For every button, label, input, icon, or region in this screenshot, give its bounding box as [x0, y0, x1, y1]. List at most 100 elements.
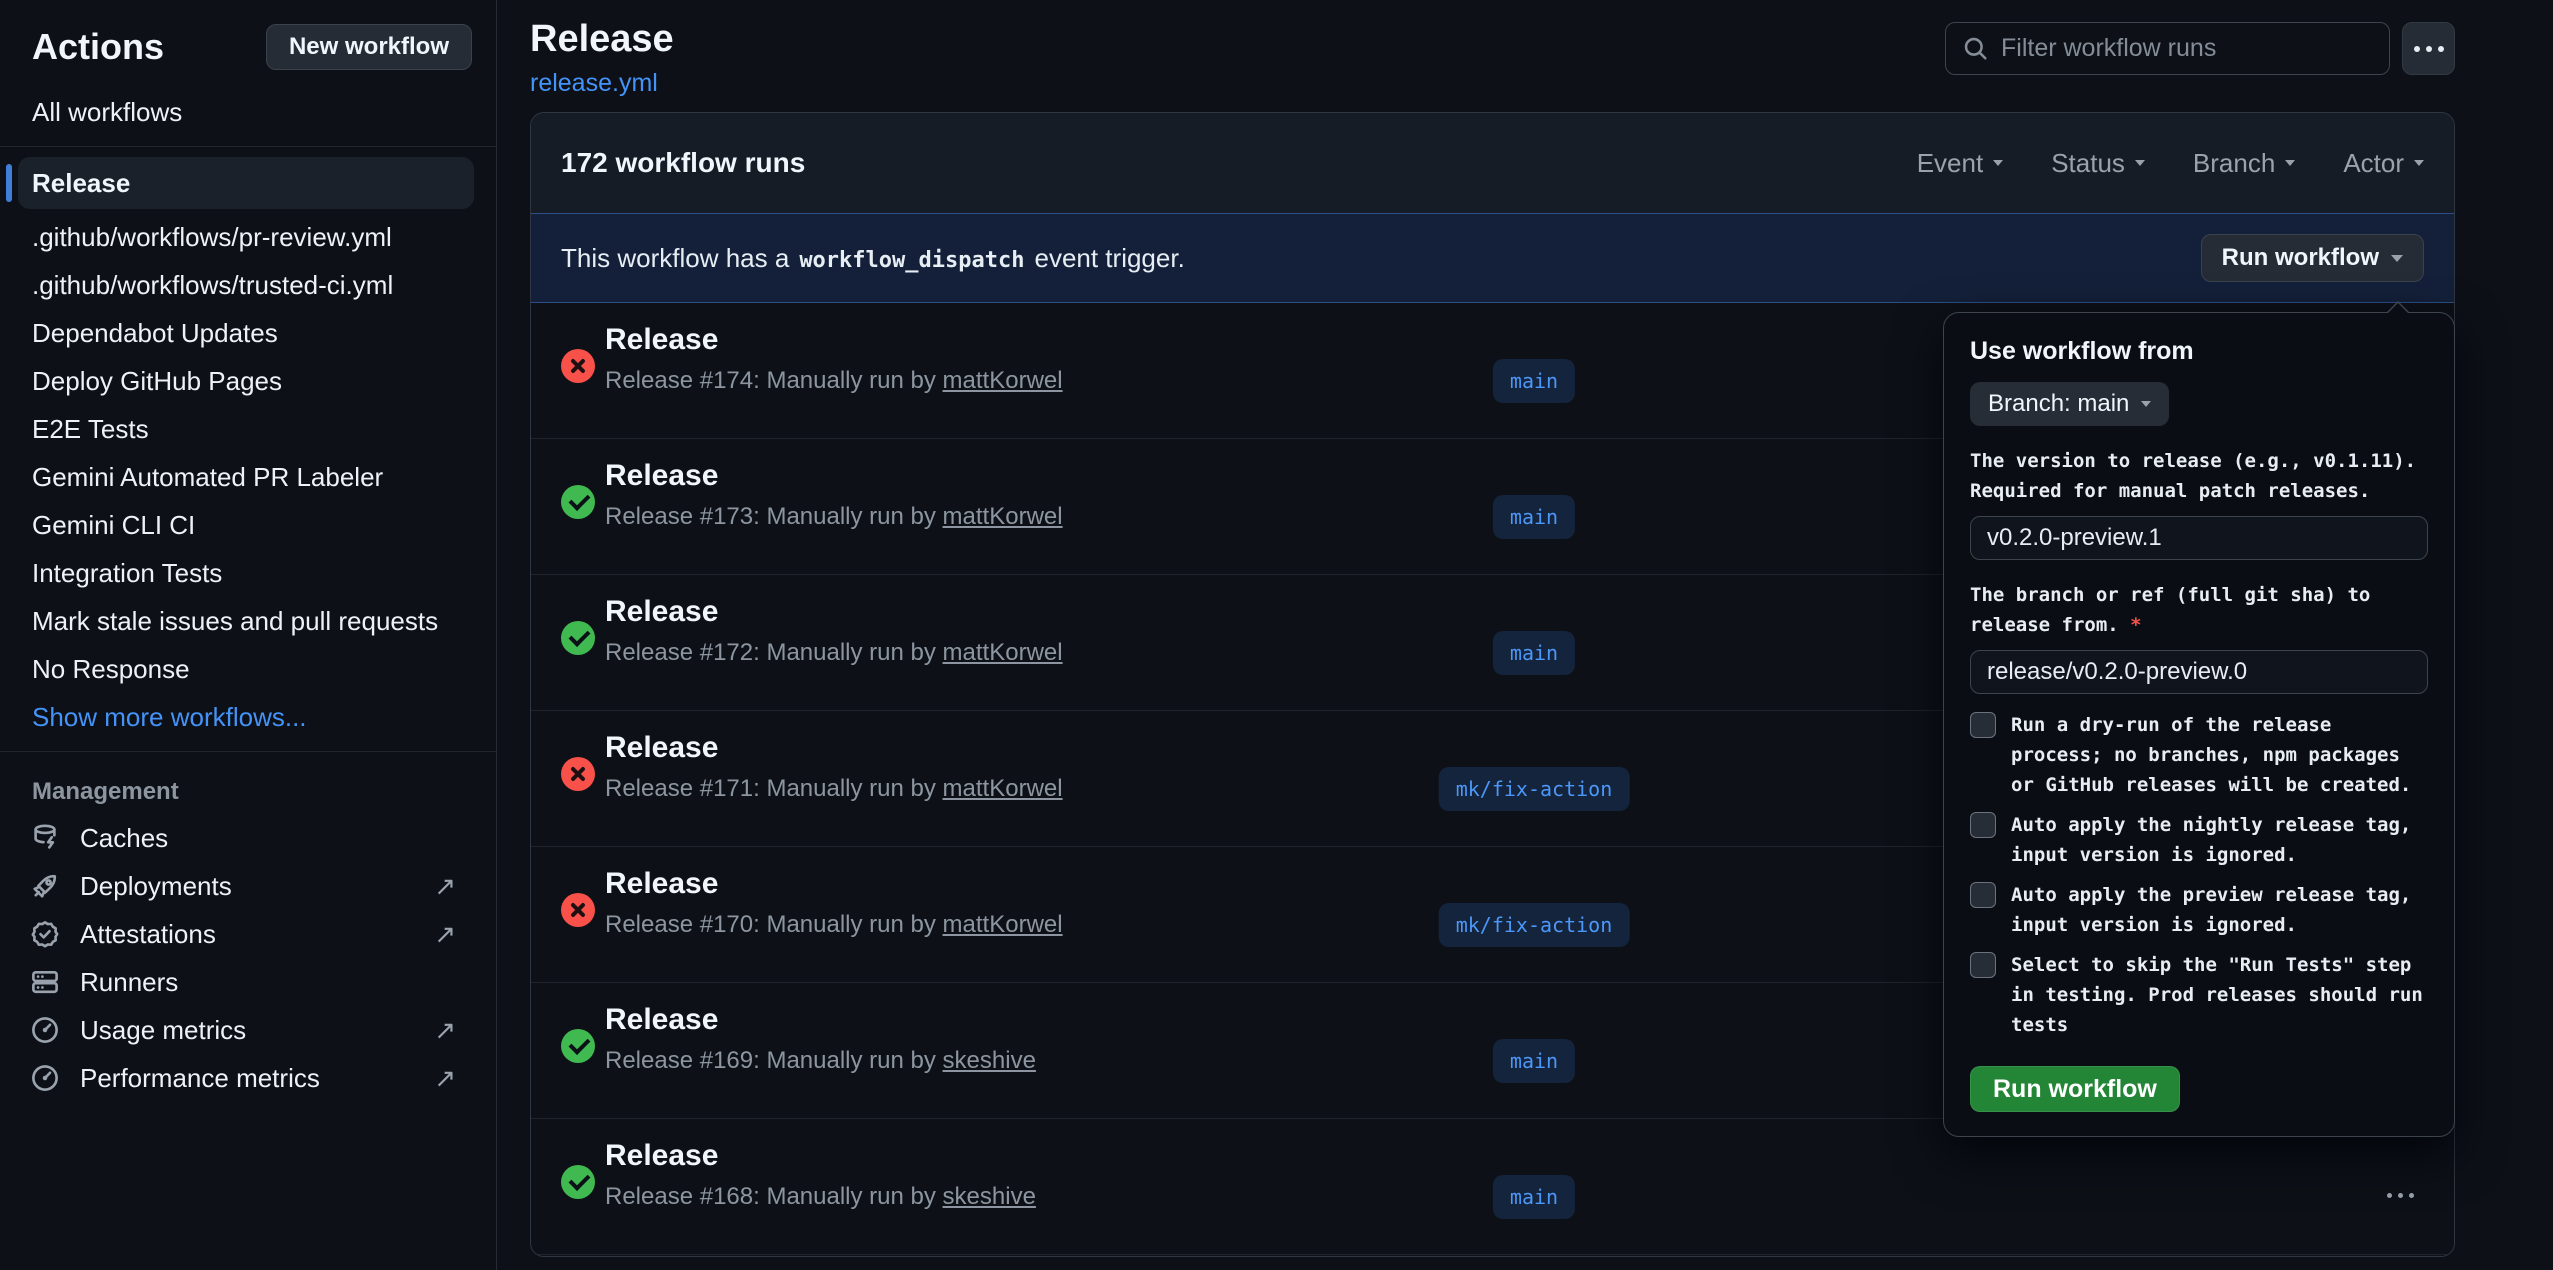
version-input[interactable]: [1970, 516, 2428, 560]
management-section-label: Management: [0, 762, 496, 814]
rocket-icon: [30, 871, 60, 901]
show-more-workflows-link[interactable]: Show more workflows...: [0, 693, 496, 741]
page-header: Release release.yml: [530, 0, 2455, 98]
panel-checkbox-option[interactable]: Auto apply the preview release tag, inpu…: [1970, 880, 2428, 940]
sidebar-item-workflow[interactable]: Deploy GitHub Pages: [0, 357, 496, 405]
meter-icon: [30, 1015, 60, 1045]
sidebar-item-attestations[interactable]: Attestations↗: [0, 910, 496, 958]
branch-badge[interactable]: main: [1493, 359, 1575, 403]
chevron-down-icon: [2141, 401, 2151, 407]
workflow-list: .github/workflows/pr-review.yml.github/w…: [0, 213, 496, 693]
branch-badge[interactable]: mk/fix-action: [1439, 903, 1630, 947]
sidebar-item-workflow[interactable]: Integration Tests: [0, 549, 496, 597]
sidebar-item-label: Release: [32, 168, 130, 199]
sidebar-item-release-selected[interactable]: Release: [18, 157, 474, 209]
sidebar-item-label: Deployments: [80, 871, 232, 902]
chevron-down-icon: [2285, 160, 2295, 166]
actor-link[interactable]: skeshive: [943, 1047, 1036, 1074]
actor-link[interactable]: skeshive: [943, 1183, 1036, 1210]
panel-checkbox-option[interactable]: Run a dry-run of the release process; no…: [1970, 710, 2428, 800]
filter-workflow-runs-input[interactable]: [1945, 22, 2390, 75]
sidebar-item-workflow[interactable]: E2E Tests: [0, 405, 496, 453]
branch-badge[interactable]: main: [1493, 1039, 1575, 1083]
x-circle-icon: [561, 757, 595, 791]
workflow-runs-count: 172 workflow runs: [561, 147, 805, 179]
branch-badge[interactable]: main: [1493, 1175, 1575, 1219]
workflow-dispatch-code: workflow_dispatch: [799, 248, 1024, 273]
branch-badge[interactable]: main: [1493, 631, 1575, 675]
sidebar-item-deployments[interactable]: Deployments ↗: [0, 862, 496, 910]
panel-heading: Use workflow from: [1970, 337, 2428, 366]
sidebar-item-workflow[interactable]: Gemini CLI CI: [0, 501, 496, 549]
sidebar-item-all-workflows[interactable]: All workflows: [0, 88, 496, 136]
run-workflow-dropdown-button[interactable]: Run workflow: [2201, 234, 2424, 282]
new-workflow-button[interactable]: New workflow: [266, 24, 472, 70]
filter-event[interactable]: Event: [1917, 148, 2004, 179]
search-input[interactable]: [2001, 34, 2373, 63]
sidebar-divider: [0, 751, 496, 752]
filter-label: Branch: [2193, 148, 2275, 179]
filter-actor[interactable]: Actor: [2343, 148, 2424, 179]
checkbox-label: Auto apply the preview release tag, inpu…: [2011, 880, 2411, 940]
checkbox[interactable]: [1970, 952, 1996, 978]
sidebar-item-caches[interactable]: Caches: [0, 814, 496, 862]
sidebar-item-workflow[interactable]: No Response: [0, 645, 496, 693]
verified-icon: [30, 919, 60, 949]
actor-link[interactable]: mattKorwel: [943, 503, 1063, 530]
branch-selector-button[interactable]: Branch: main: [1970, 382, 2169, 426]
actor-link[interactable]: mattKorwel: [943, 775, 1063, 802]
workflow-kebab-menu-button[interactable]: [2402, 22, 2455, 75]
sidebar-item-workflow[interactable]: Dependabot Updates: [0, 309, 496, 357]
active-indicator: [6, 164, 12, 202]
row-kebab-icon[interactable]: [2387, 1193, 2414, 1198]
server-icon: [30, 967, 60, 997]
panel-checkbox-option[interactable]: Auto apply the nightly release tag, inpu…: [1970, 810, 2428, 870]
branch-badge[interactable]: main: [1493, 495, 1575, 539]
check-circle-icon: [561, 621, 595, 655]
chevron-down-icon: [2135, 160, 2145, 166]
checkbox-label: Auto apply the nightly release tag, inpu…: [2011, 810, 2411, 870]
run-title: Release: [605, 1139, 2454, 1173]
page-title: Release: [530, 18, 674, 61]
actor-link[interactable]: mattKorwel: [943, 911, 1063, 938]
filter-label: Actor: [2343, 148, 2404, 179]
actor-link[interactable]: mattKorwel: [943, 367, 1063, 394]
external-link-icon: ↗: [434, 919, 456, 950]
sidebar-item-workflow[interactable]: .github/workflows/trusted-ci.yml: [0, 261, 496, 309]
external-link-icon: ↗: [434, 871, 456, 902]
workflow-run-row[interactable]: ReleaseRelease #168: Manually run by ske…: [531, 1139, 2454, 1255]
filter-branch[interactable]: Branch: [2193, 148, 2295, 179]
sidebar-item-performance-metrics[interactable]: Performance metrics↗: [0, 1054, 496, 1102]
sidebar-title: Actions: [32, 26, 164, 68]
sidebar: Actions New workflow All workflows Relea…: [0, 0, 497, 1270]
panel-checkboxes: Run a dry-run of the release process; no…: [1970, 710, 2428, 1040]
checkbox[interactable]: [1970, 882, 1996, 908]
check-circle-icon: [561, 1029, 595, 1063]
sidebar-item-usage-metrics[interactable]: Usage metrics↗: [0, 1006, 496, 1054]
runs-list-header: 172 workflow runs Event Status Branch Actor: [531, 113, 2454, 213]
filter-status[interactable]: Status: [2051, 148, 2145, 179]
run-workflow-submit-button[interactable]: Run workflow: [1970, 1066, 2180, 1112]
workflow-dispatch-banner: This workflow has aworkflow_dispatcheven…: [531, 213, 2454, 303]
checkbox[interactable]: [1970, 812, 1996, 838]
sidebar-item-workflow[interactable]: Mark stale issues and pull requests: [0, 597, 496, 645]
ref-input-label: The branch or ref (full git sha) to rele…: [1970, 580, 2428, 640]
panel-checkbox-option[interactable]: Select to skip the "Run Tests" step in t…: [1970, 950, 2428, 1040]
sidebar-item-workflow[interactable]: .github/workflows/pr-review.yml: [0, 213, 496, 261]
ref-input[interactable]: [1970, 650, 2428, 694]
workflow-file-link[interactable]: release.yml: [530, 69, 674, 98]
filter-dropdowns: Event Status Branch Actor: [1917, 148, 2424, 179]
sidebar-item-workflow[interactable]: Gemini Automated PR Labeler: [0, 453, 496, 501]
checkbox-label: Select to skip the "Run Tests" step in t…: [2011, 950, 2423, 1040]
sidebar-item-label: Runners: [80, 967, 178, 998]
sidebar-item-runners[interactable]: Runners: [0, 958, 496, 1006]
checkbox[interactable]: [1970, 712, 1996, 738]
banner-text: This workflow has aworkflow_dispatcheven…: [561, 243, 1185, 274]
kebab-icon: [2414, 46, 2444, 52]
management-list: CachesDeployments↗Attestations↗RunnersUs…: [0, 814, 496, 1102]
actor-link[interactable]: mattKorwel: [943, 639, 1063, 666]
chevron-down-icon: [1993, 160, 2003, 166]
branch-badge[interactable]: mk/fix-action: [1439, 767, 1630, 811]
checkbox-label: Run a dry-run of the release process; no…: [2011, 710, 2411, 800]
chevron-down-icon: [2414, 160, 2424, 166]
